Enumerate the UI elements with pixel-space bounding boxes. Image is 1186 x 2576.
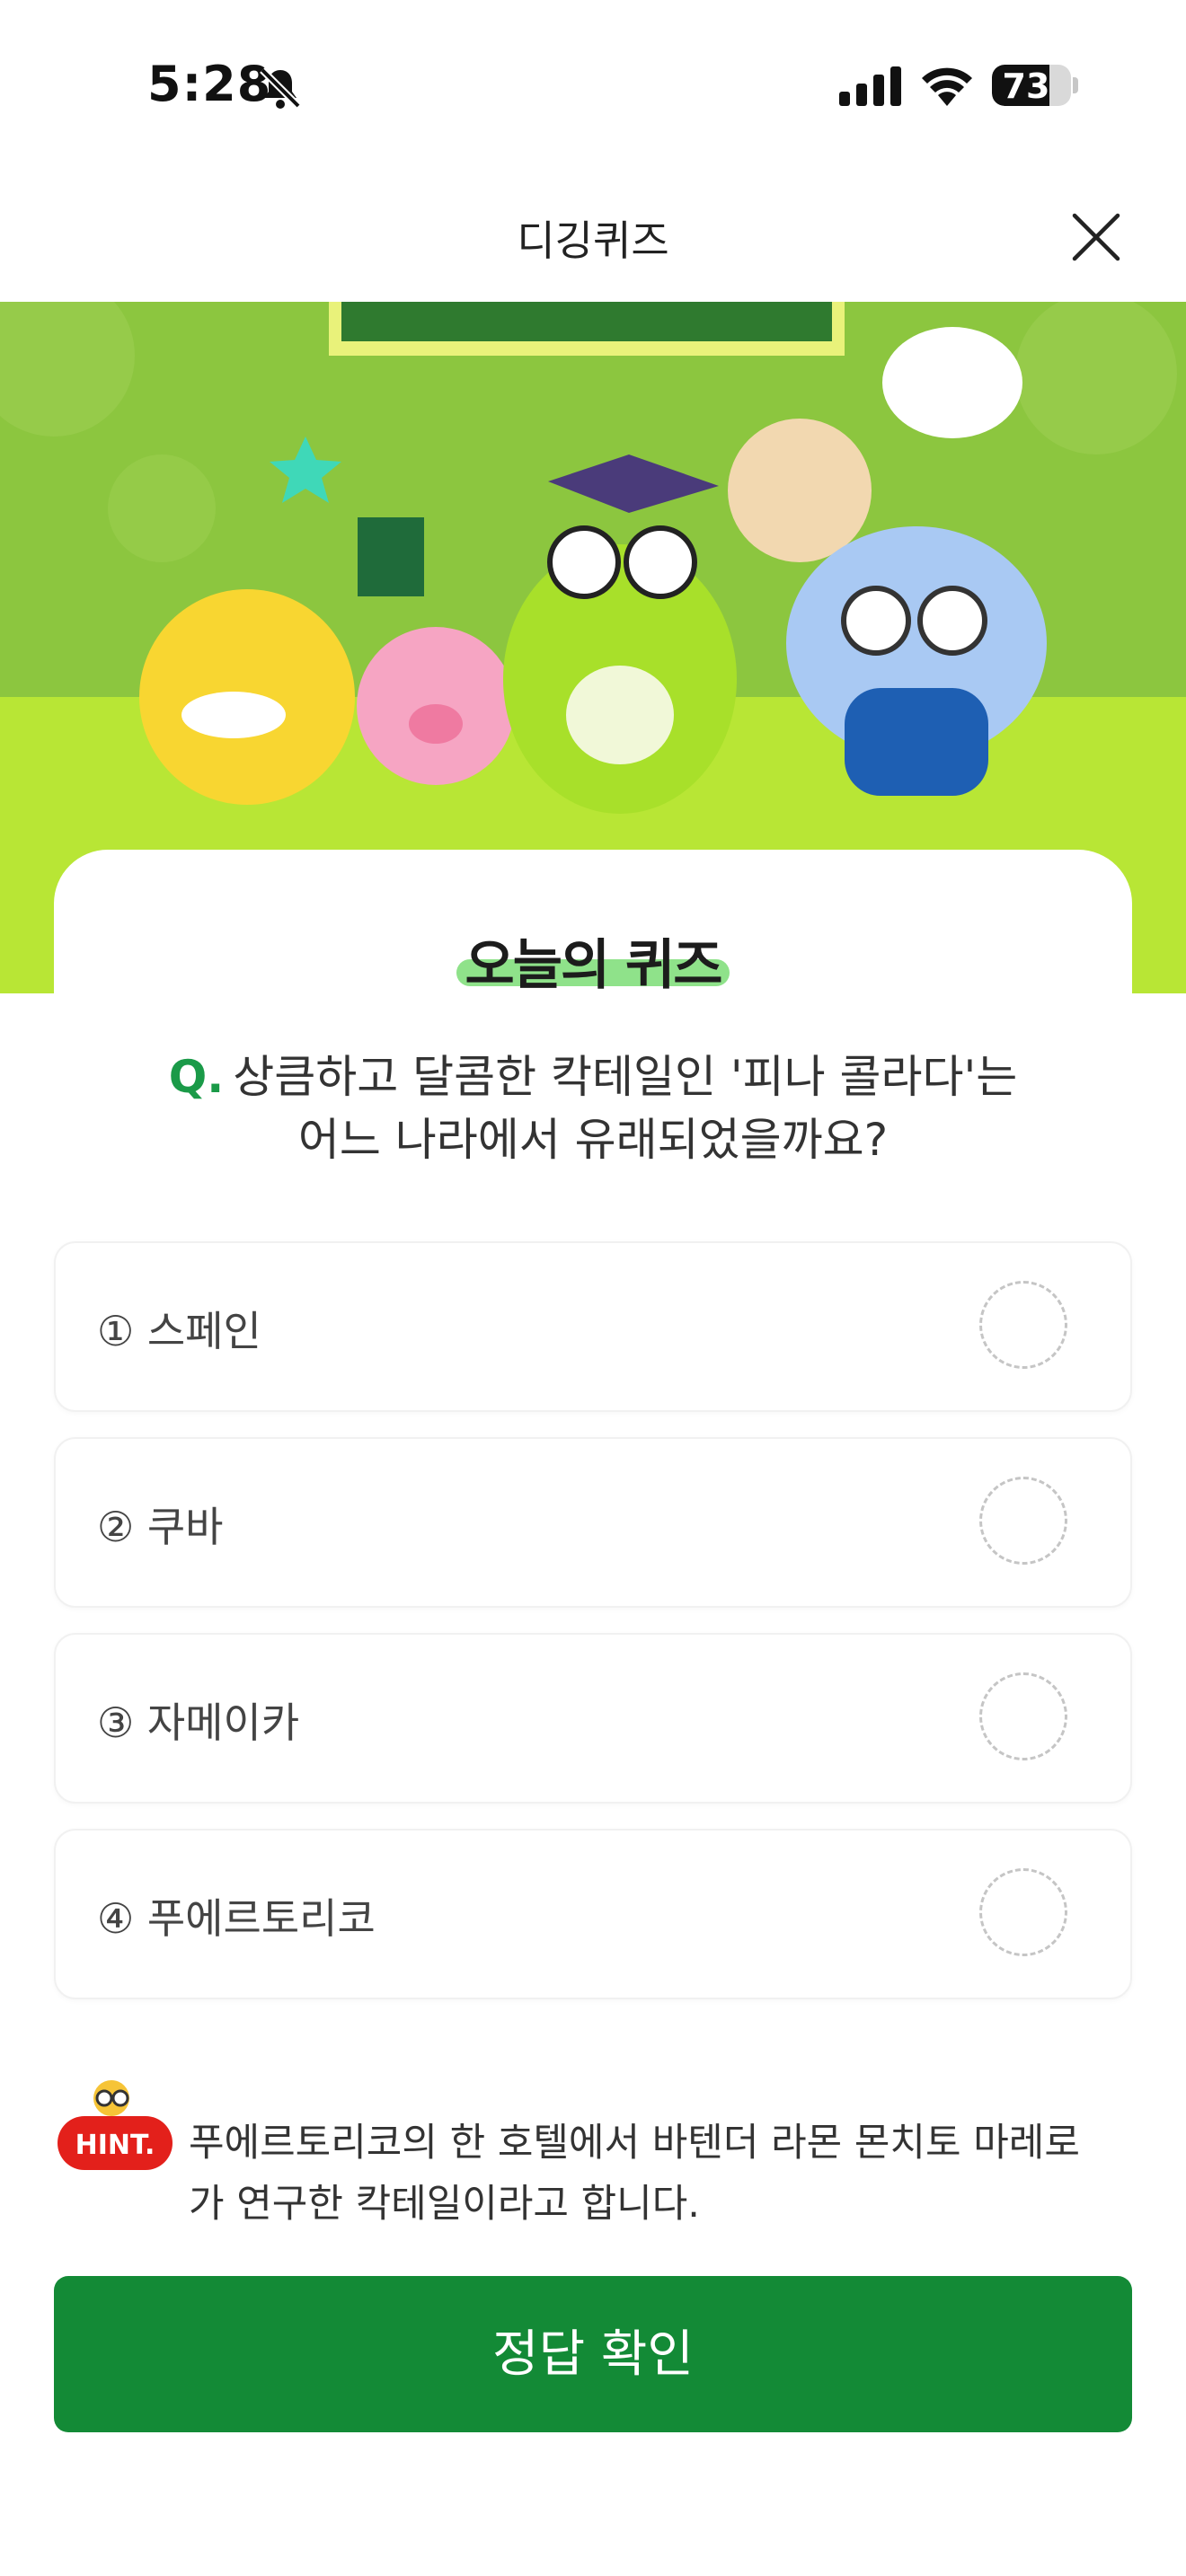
question-line-1: Q. 상큼하고 달콤한 칵테일인 '피나 콜라다'는 xyxy=(54,1045,1132,1108)
option-label: ① 스페인 xyxy=(97,1307,261,1355)
radio-circle-icon[interactable] xyxy=(979,1868,1067,1956)
battery-percent: 73 xyxy=(1002,66,1050,106)
question-text-1: 상큼하고 달콤한 칵테일인 '피나 콜라다'는 xyxy=(233,1051,1018,1103)
hint-icon: HINT. xyxy=(58,2080,173,2170)
status-bar: 5:28 73 xyxy=(0,0,1186,171)
radio-circle-icon[interactable] xyxy=(979,1281,1067,1369)
answer-option-1[interactable]: ① 스페인 xyxy=(54,1241,1132,1412)
hint-line-1: 푸에르토리코의 한 호텔에서 바텐더 라몬 몬치토 마레로 xyxy=(189,2121,1080,2166)
signal-icon xyxy=(839,66,901,106)
wifi-icon xyxy=(922,67,972,106)
option-label: ③ 자메이카 xyxy=(97,1698,300,1747)
quiz-title-container: 오늘의 퀴즈 xyxy=(54,922,1132,1000)
option-label: ④ 푸에르토리코 xyxy=(97,1894,376,1943)
quiz-title: 오늘의 퀴즈 xyxy=(465,934,723,997)
option-label: ② 쿠바 xyxy=(97,1503,224,1551)
hint-badge-text: HINT. xyxy=(75,2130,155,2161)
battery-tip xyxy=(1073,77,1078,93)
quiz-question: Q. 상큼하고 달콤한 칵테일인 '피나 콜라다'는 어느 나라에서 유래되었을까… xyxy=(54,1045,1132,1171)
bell-slash-icon xyxy=(260,67,301,109)
hint-line-2: 가 연구한 칵테일이라고 합니다. xyxy=(189,2182,700,2227)
radio-circle-icon[interactable] xyxy=(979,1477,1067,1565)
question-text-2: 어느 나라에서 유래되었을까요? xyxy=(297,1114,889,1166)
answer-option-4[interactable]: ④ 푸에르토리코 xyxy=(54,1829,1132,1999)
quiz-card: 오늘의 퀴즈 Q. 상큼하고 달콤한 칵테일인 '피나 콜라다'는 어느 나라에서… xyxy=(54,850,1132,2576)
answer-option-3[interactable]: ③ 자메이카 xyxy=(54,1633,1132,1804)
question-prefix: Q. xyxy=(168,1051,225,1103)
header: 디깅퀴즈 xyxy=(0,171,1186,302)
close-icon[interactable] xyxy=(1067,208,1125,266)
status-time: 5:28 xyxy=(147,56,272,112)
hint-text: 푸에르토리코의 한 호텔에서 바텐더 라몬 몬치토 마레로 가 연구한 칵테일이… xyxy=(189,2113,1123,2235)
battery-icon: 73 xyxy=(992,65,1071,106)
confirm-answer-button[interactable]: 정답 확인 xyxy=(54,2276,1132,2432)
answer-option-2[interactable]: ② 쿠바 xyxy=(54,1437,1132,1608)
radio-circle-icon[interactable] xyxy=(979,1672,1067,1760)
page-title: 디깅퀴즈 xyxy=(517,216,669,265)
